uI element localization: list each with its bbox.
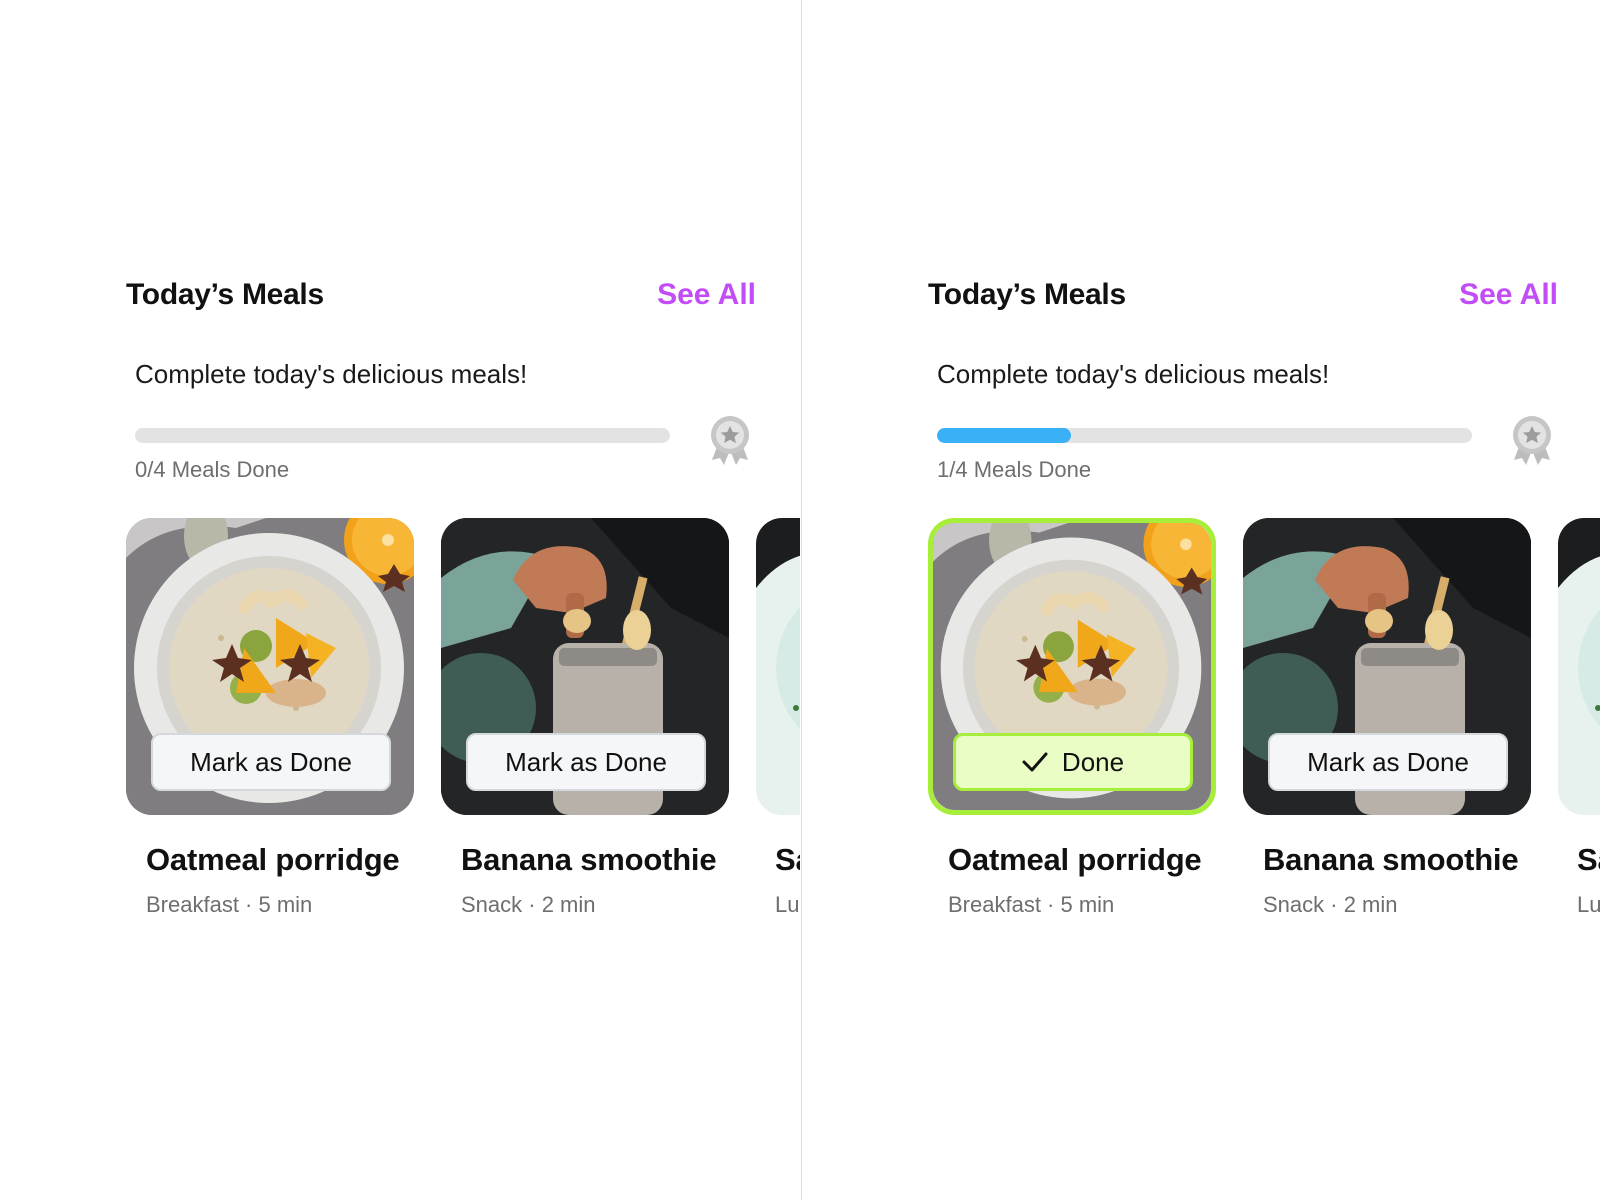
- meal-card-smoothie[interactable]: Mark as Done: [1243, 518, 1531, 815]
- meal-card-oatmeal[interactable]: Mark as Done: [126, 518, 414, 815]
- checkmark-icon: [1022, 752, 1048, 772]
- salad-photo: [756, 518, 800, 815]
- meal-meta: Snack · 2 min: [1263, 892, 1398, 917]
- meal-meta: Lu: [1577, 892, 1600, 917]
- meal-card-smoothie[interactable]: Mark as Done: [441, 518, 729, 815]
- meal-card-salad[interactable]: [1558, 518, 1600, 815]
- section-subtitle: Complete today's delicious meals!: [937, 359, 1330, 389]
- meal-name: Banana smoothie: [1263, 842, 1519, 877]
- meals-progress-bar: [937, 428, 1472, 443]
- button-label: Mark as Done: [190, 746, 352, 777]
- meals-progress-bar: [135, 428, 670, 443]
- button-label: Mark as Done: [505, 746, 667, 777]
- button-label: Done: [1061, 746, 1125, 777]
- meal-meta: Breakfast · 5 min: [146, 892, 313, 917]
- see-all-link[interactable]: See All: [1459, 278, 1558, 312]
- award-ribbon-icon: [1510, 414, 1554, 466]
- section-title: Today’s Meals: [126, 278, 324, 311]
- award-ribbon-icon: [708, 414, 752, 466]
- meals-progress-fill: [937, 428, 1071, 443]
- mark-as-done-button[interactable]: Mark as Done: [1268, 733, 1508, 791]
- meal-card-oatmeal[interactable]: Done: [928, 518, 1216, 815]
- see-all-link[interactable]: See All: [657, 278, 756, 312]
- meals-panel-after: Today’s Meals See All Complete today's d…: [802, 0, 1600, 1200]
- meals-progress-label: 0/4 Meals Done: [135, 457, 290, 482]
- meal-meta: Breakfast · 5 min: [948, 892, 1115, 917]
- button-label: Mark as Done: [1307, 746, 1469, 777]
- meal-meta: Lu: [775, 892, 800, 917]
- section-header: Today’s Meals See All: [126, 278, 756, 318]
- meals-progress-label: 1/4 Meals Done: [937, 457, 1092, 482]
- mark-as-done-button[interactable]: Mark as Done: [466, 733, 706, 791]
- meals-panel-before: Today’s Meals See All Complete today's d…: [0, 0, 800, 1200]
- salad-photo: [1558, 518, 1600, 815]
- section-header: Today’s Meals See All: [928, 278, 1558, 318]
- meal-name: Oatmeal porridge: [948, 842, 1202, 877]
- done-button[interactable]: Done: [953, 733, 1193, 791]
- section-title: Today’s Meals: [928, 278, 1126, 311]
- mark-as-done-button[interactable]: Mark as Done: [151, 733, 391, 791]
- meal-name: Sa: [775, 842, 800, 877]
- meal-name: Banana smoothie: [461, 842, 717, 877]
- section-subtitle: Complete today's delicious meals!: [135, 359, 528, 389]
- meal-name: Oatmeal porridge: [146, 842, 400, 877]
- meal-meta: Snack · 2 min: [461, 892, 596, 917]
- meal-card-salad[interactable]: [756, 518, 800, 815]
- meal-name: Sa: [1577, 842, 1600, 877]
